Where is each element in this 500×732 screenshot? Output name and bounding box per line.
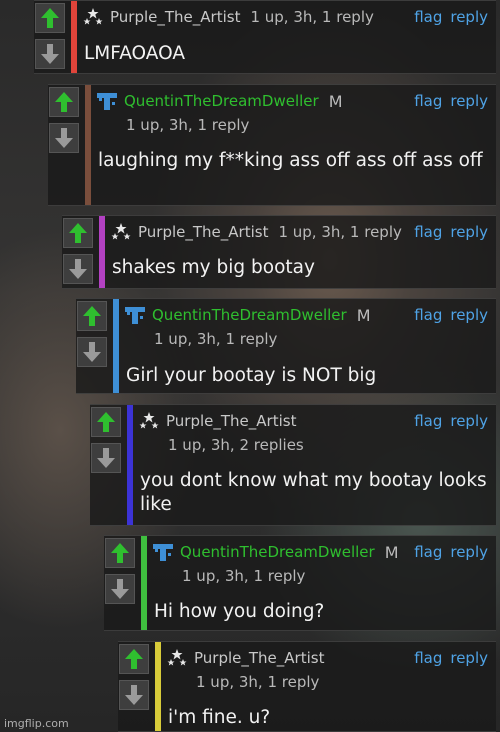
upvote-button[interactable] [119, 644, 149, 674]
comment: Purple_The_Artist 1 up, 3h, 1 reply flag… [118, 641, 496, 732]
flag-link[interactable]: flag [414, 92, 442, 110]
comment-text: you dont know what my bootay looks like [140, 470, 487, 515]
username-link[interactable]: QuentinTheDreamDweller [180, 543, 375, 561]
flag-link[interactable]: flag [414, 223, 442, 241]
comment-text: i'm fine. u? [168, 707, 271, 728]
arrow-up-icon [97, 412, 115, 432]
mod-badge: M [356, 305, 371, 325]
reply-link[interactable]: reply [450, 412, 488, 430]
stars-avatar-icon[interactable] [110, 221, 132, 243]
thread-depth-bar [71, 1, 77, 73]
thread-depth-bar [141, 536, 147, 630]
imgflip-watermark: imgflip.com [4, 717, 69, 730]
reply-link[interactable]: reply [450, 92, 488, 110]
upvote-button[interactable] [105, 538, 135, 568]
downvote-button[interactable] [49, 123, 79, 153]
upvote-button[interactable] [35, 3, 65, 33]
username-link[interactable]: Purple_The_Artist [166, 412, 296, 430]
username-link[interactable]: Purple_The_Artist [194, 649, 324, 667]
comment: QuentinTheDreamDweller M 1 up, 3h, 1 rep… [104, 535, 496, 631]
flag-link[interactable]: flag [414, 543, 442, 561]
mod-badge: M [384, 542, 399, 562]
username-link[interactable]: QuentinTheDreamDweller [152, 306, 347, 324]
flag-link[interactable]: flag [414, 8, 442, 26]
pixel-t-avatar-icon[interactable] [152, 541, 174, 563]
mod-badge: M [328, 91, 343, 111]
stars-avatar-icon[interactable] [166, 647, 188, 669]
thread-depth-bar [99, 216, 105, 288]
arrow-down-icon [69, 259, 87, 279]
comment: QuentinTheDreamDweller M 1 up, 3h, 1 rep… [48, 84, 496, 206]
comment: Purple_The_Artist 1 up, 3h, 1 reply flag… [34, 0, 496, 74]
stars-avatar-icon[interactable] [82, 6, 104, 28]
downvote-button[interactable] [91, 443, 121, 473]
comment-meta: 1 up, 3h, 1 reply [250, 8, 374, 26]
reply-link[interactable]: reply [450, 8, 488, 26]
vote-controls [118, 642, 152, 731]
arrow-up-icon [69, 223, 87, 243]
arrow-up-icon [55, 92, 73, 112]
comment: QuentinTheDreamDweller M 1 up, 3h, 1 rep… [76, 298, 496, 394]
downvote-button[interactable] [105, 574, 135, 604]
username-link[interactable]: Purple_The_Artist [110, 8, 240, 26]
upvote-button[interactable] [77, 301, 107, 331]
arrow-down-icon [55, 128, 73, 148]
comment-meta: 1 up, 3h, 1 reply [126, 116, 250, 134]
arrow-up-icon [125, 649, 143, 669]
downvote-button[interactable] [77, 337, 107, 367]
arrow-down-icon [111, 579, 129, 599]
thread-depth-bar [127, 405, 133, 525]
reply-link[interactable]: reply [450, 649, 488, 667]
downvote-button[interactable] [35, 39, 65, 69]
thread-depth-bar [155, 642, 161, 731]
username-link[interactable]: Purple_The_Artist [138, 223, 268, 241]
comment-meta: 1 up, 3h, 1 reply [182, 567, 306, 585]
comment-meta: 1 up, 3h, 1 reply [154, 330, 278, 348]
reply-link[interactable]: reply [450, 223, 488, 241]
arrow-down-icon [83, 342, 101, 362]
arrow-down-icon [125, 685, 143, 705]
comment-text: Girl your bootay is NOT big [126, 365, 377, 386]
upvote-button[interactable] [49, 87, 79, 117]
arrow-up-icon [41, 8, 59, 28]
vote-controls [76, 299, 110, 393]
vote-controls [104, 536, 138, 630]
flag-link[interactable]: flag [414, 412, 442, 430]
thread-depth-bar [113, 299, 119, 393]
downvote-button[interactable] [63, 254, 93, 284]
comment-meta: 1 up, 3h, 2 replies [168, 436, 304, 454]
vote-controls [34, 1, 68, 73]
vote-controls [48, 85, 82, 205]
stars-avatar-icon[interactable] [138, 410, 160, 432]
comment: Purple_The_Artist 1 up, 3h, 2 replies fl… [90, 404, 496, 526]
flag-link[interactable]: flag [414, 649, 442, 667]
comment-text: shakes my big bootay [112, 257, 315, 278]
reply-link[interactable]: reply [450, 306, 488, 324]
vote-controls [90, 405, 124, 525]
pixel-t-avatar-icon[interactable] [124, 304, 146, 326]
arrow-down-icon [97, 448, 115, 468]
downvote-button[interactable] [119, 680, 149, 710]
vote-controls [62, 216, 96, 288]
upvote-button[interactable] [63, 218, 93, 248]
reply-link[interactable]: reply [450, 543, 488, 561]
comment-text: Hi how you doing? [154, 601, 325, 622]
comment-text: LMFAOAOA [84, 43, 186, 64]
pixel-t-avatar-icon[interactable] [96, 90, 118, 112]
comment-meta: 1 up, 3h, 1 reply [196, 673, 320, 691]
arrow-up-icon [111, 543, 129, 563]
comment-text: laughing my f**king ass off ass off ass … [98, 150, 483, 171]
comment-meta: 1 up, 3h, 1 reply [278, 223, 402, 241]
flag-link[interactable]: flag [414, 306, 442, 324]
thread-depth-bar [85, 85, 91, 205]
username-link[interactable]: QuentinTheDreamDweller [124, 92, 319, 110]
upvote-button[interactable] [91, 407, 121, 437]
comment: Purple_The_Artist 1 up, 3h, 1 reply flag… [62, 215, 496, 289]
arrow-down-icon [41, 44, 59, 64]
arrow-up-icon [83, 306, 101, 326]
